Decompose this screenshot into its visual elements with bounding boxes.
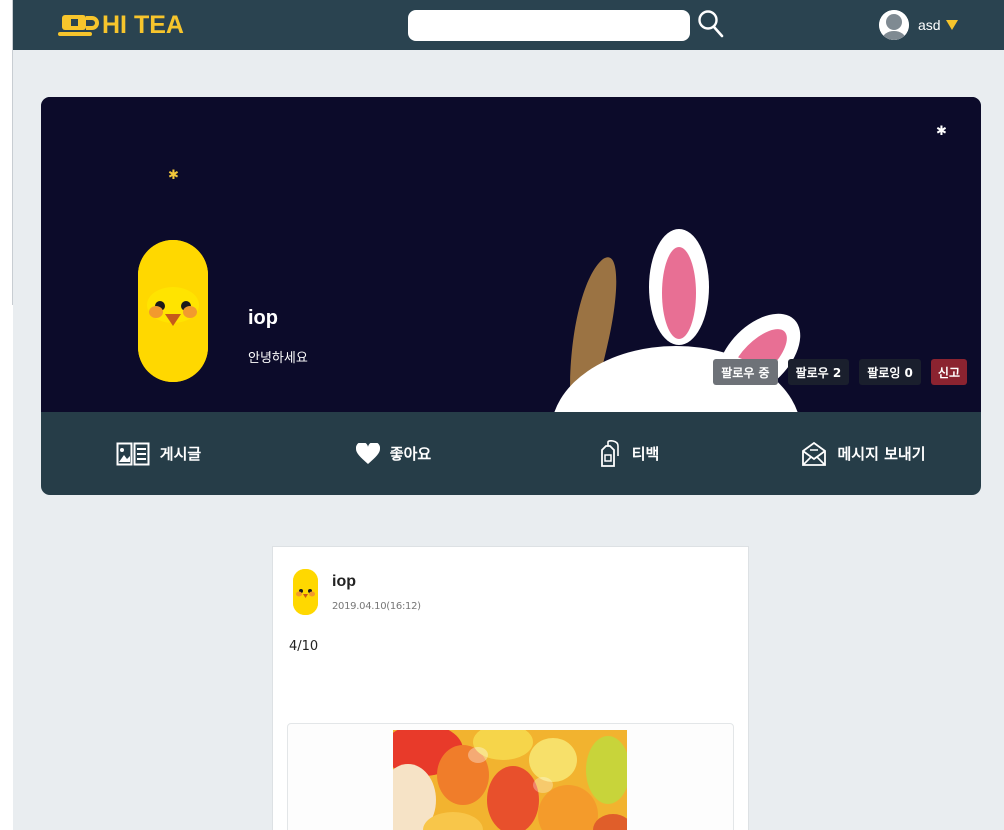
following-button[interactable]: 팔로우 중 <box>713 359 778 385</box>
heart-icon <box>355 442 380 464</box>
star-decoration: ✱ <box>936 124 947 139</box>
profile-card: ✱ ✱ iop 안녕하세요 팔로우 중 팔로우 2 팔로잉 0 신고 게시글 좋… <box>41 97 981 495</box>
search-input[interactable] <box>408 10 690 41</box>
envelope-icon <box>802 441 827 466</box>
profile-bio: 안녕하세요 <box>248 351 308 366</box>
app-window: HI TEA asd ✱ ✱ iop 안녕하세요 팔로우 중 팔로우 2 팔로잉… <box>13 0 1004 830</box>
logo[interactable]: HI TEA <box>58 8 184 42</box>
teacup-icon <box>58 15 99 36</box>
search-icon[interactable] <box>697 9 725 39</box>
top-navigation-bar: HI TEA asd <box>13 0 1004 50</box>
teabag-icon <box>600 439 619 467</box>
tab-likes[interactable]: 좋아요 <box>276 412 511 495</box>
post-date: 2019.04.10(16:12) <box>332 601 421 612</box>
tab-teabag-label: 티백 <box>631 445 660 463</box>
followings-count-button[interactable]: 팔로잉 0 <box>859 359 921 385</box>
username: asd <box>918 17 941 33</box>
tab-likes-label: 좋아요 <box>389 445 432 463</box>
tab-posts-label: 게시글 <box>159 445 202 463</box>
followers-count-button[interactable]: 팔로우 2 <box>787 359 850 385</box>
tab-teabag[interactable]: 티백 <box>511 412 746 495</box>
user-menu[interactable]: asd <box>879 10 958 40</box>
tab-posts[interactable]: 게시글 <box>41 412 276 495</box>
post-card: iop 2019.04.10(16:12) 4/10 <box>272 546 749 830</box>
left-edge-panel <box>0 0 13 305</box>
post-author-avatar[interactable] <box>293 569 318 615</box>
profile-actions: 팔로우 중 팔로우 2 팔로잉 0 신고 <box>713 359 967 385</box>
star-decoration: ✱ <box>168 168 179 183</box>
caret-down-icon[interactable] <box>945 20 958 30</box>
profile-banner: ✱ ✱ iop 안녕하세요 팔로우 중 팔로우 2 팔로잉 0 신고 <box>41 97 981 412</box>
user-avatar-icon <box>879 10 909 40</box>
tab-message-label: 메시지 보내기 <box>837 445 926 463</box>
profile-tabs: 게시글 좋아요 티백 메시지 보내기 <box>41 412 981 495</box>
post-author-name[interactable]: iop <box>332 573 356 591</box>
profile-avatar <box>138 240 208 382</box>
logo-text: HI TEA <box>102 10 184 39</box>
document-icon <box>116 442 150 465</box>
post-image[interactable] <box>393 730 627 830</box>
profile-name: iop <box>248 307 278 329</box>
post-body: 4/10 <box>289 639 319 654</box>
report-button[interactable]: 신고 <box>930 359 967 385</box>
post-image-card <box>287 723 734 830</box>
tab-message[interactable]: 메시지 보내기 <box>746 412 981 495</box>
